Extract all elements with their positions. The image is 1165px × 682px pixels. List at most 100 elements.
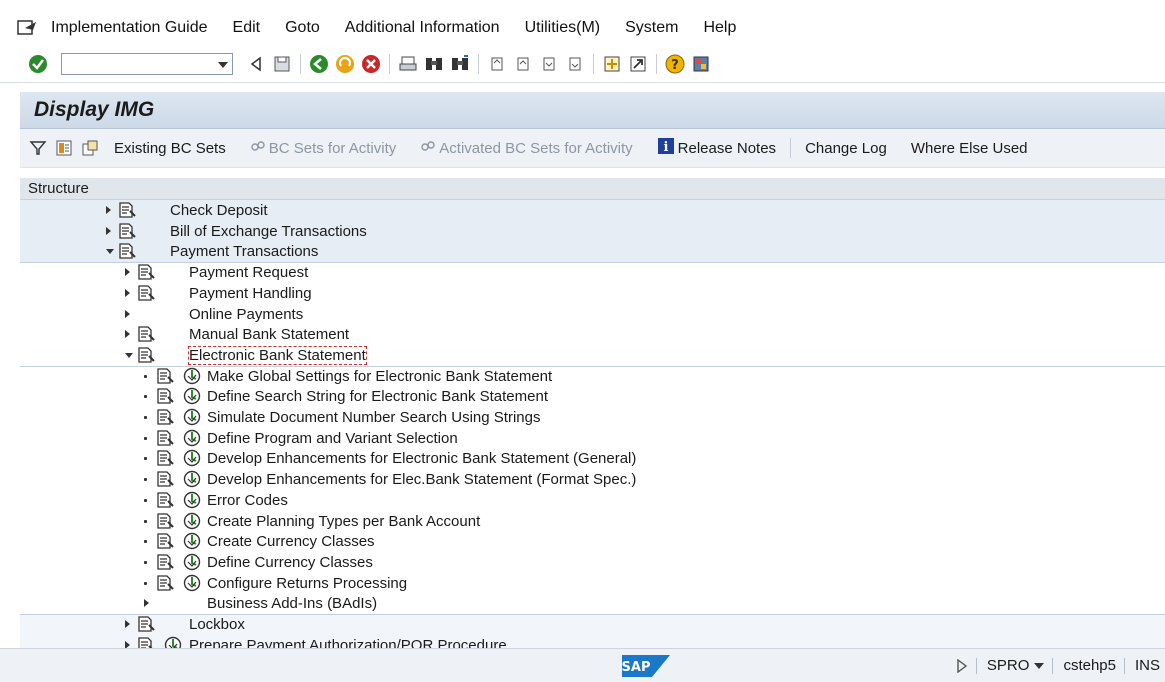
status-expand-icon[interactable] — [956, 658, 968, 673]
documentation-icon[interactable] — [137, 325, 155, 343]
tree-node-label[interactable]: Simulate Document Number Search Using St… — [207, 409, 540, 426]
tree-row[interactable]: Define Search String for Electronic Bank… — [20, 386, 1165, 408]
execute-activity-icon[interactable] — [183, 470, 201, 488]
tree-node-label[interactable]: Business Add-Ins (BAdIs) — [207, 595, 377, 612]
existing-bc-sets-button[interactable]: Existing BC Sets — [114, 140, 226, 157]
tree-row[interactable]: Define Program and Variant Selection — [20, 427, 1165, 449]
tree-row[interactable]: Business Add-Ins (BAdIs) — [20, 593, 1165, 615]
create-session-icon[interactable] — [602, 54, 622, 74]
execute-activity-icon[interactable] — [183, 387, 201, 405]
tree-row[interactable]: Check Deposit — [20, 200, 1165, 221]
tree-row[interactable]: Configure Returns Processing — [20, 572, 1165, 594]
documentation-icon[interactable] — [118, 222, 136, 240]
filter-icon[interactable] — [28, 138, 48, 158]
tree-node-label[interactable]: Create Planning Types per Bank Account — [207, 513, 480, 530]
tree-node-label[interactable]: Prepare Payment Authorization/POR Proced… — [189, 637, 507, 648]
menu-additional-information[interactable]: Additional Information — [345, 19, 500, 37]
help-icon[interactable]: ? — [665, 54, 685, 74]
check-icon[interactable] — [28, 54, 48, 74]
menu-implementation-guide[interactable]: Implementation Guide — [51, 19, 208, 37]
execute-activity-icon[interactable] — [164, 636, 182, 648]
execute-activity-icon[interactable] — [183, 491, 201, 509]
where-else-used-button[interactable]: Where Else Used — [911, 140, 1028, 157]
chevron-down-icon[interactable] — [218, 62, 228, 68]
tree-node-label[interactable]: Error Codes — [207, 492, 288, 509]
execute-activity-icon[interactable] — [183, 574, 201, 592]
tree-node-label[interactable]: Electronic Bank Statement — [188, 345, 367, 365]
tree-node-label[interactable]: Define Search String for Electronic Bank… — [207, 388, 548, 405]
chevron-down-icon[interactable] — [1034, 662, 1045, 669]
documentation-icon[interactable] — [156, 408, 174, 426]
tree-node-label[interactable]: Define Program and Variant Selection — [207, 430, 458, 447]
documentation-icon[interactable] — [156, 429, 174, 447]
tree-row[interactable]: Prepare Payment Authorization/POR Proced… — [20, 634, 1165, 648]
tree-node-label[interactable]: Bill of Exchange Transactions — [170, 223, 367, 240]
menu-utilities[interactable]: Utilities(M) — [525, 19, 601, 37]
tree-node-label[interactable]: Configure Returns Processing — [207, 575, 407, 592]
activated-bc-sets-button[interactable]: Activated BC Sets for Activity — [420, 139, 633, 157]
documentation-icon[interactable] — [137, 263, 155, 281]
last-page-icon[interactable] — [565, 54, 585, 74]
execute-activity-icon[interactable] — [183, 512, 201, 530]
tree-row[interactable]: Manual Bank Statement — [20, 324, 1165, 346]
menu-system[interactable]: System — [625, 19, 678, 37]
print-icon[interactable] — [398, 54, 418, 74]
tree-row[interactable]: Payment Request — [20, 262, 1165, 284]
documentation-icon[interactable] — [137, 284, 155, 302]
tree-node-label[interactable]: Online Payments — [189, 306, 303, 323]
tree-row[interactable]: Online Payments — [20, 303, 1165, 325]
expand-arrow-icon[interactable] — [144, 599, 149, 608]
expand-arrow-icon[interactable] — [125, 268, 130, 277]
documentation-icon[interactable] — [118, 201, 136, 219]
command-field[interactable] — [61, 53, 233, 75]
tree-node-label[interactable]: Manual Bank Statement — [189, 326, 349, 343]
tree-node-label[interactable]: Define Currency Classes — [207, 554, 373, 571]
bc-sets-for-activity-button[interactable]: BC Sets for Activity — [250, 139, 396, 157]
tree-row[interactable]: Define Currency Classes — [20, 551, 1165, 573]
release-notes-button[interactable]: i Release Notes — [657, 137, 776, 159]
shortcut-icon[interactable] — [628, 54, 648, 74]
tree-node-label[interactable]: Create Currency Classes — [207, 533, 375, 550]
tree-row[interactable]: Bill of Exchange Transactions — [20, 220, 1165, 242]
execute-activity-icon[interactable] — [183, 449, 201, 467]
tree-row[interactable]: Electronic Bank Statement — [20, 344, 1165, 366]
documentation-icon[interactable] — [156, 532, 174, 550]
expand-arrow-icon[interactable] — [125, 640, 130, 648]
tree-row[interactable]: Payment Transactions — [20, 241, 1165, 263]
tree-node-label[interactable]: Payment Request — [189, 264, 308, 281]
documentation-icon[interactable] — [137, 615, 155, 633]
cancel-icon[interactable] — [361, 54, 381, 74]
tree-node-label[interactable]: Make Global Settings for Electronic Bank… — [207, 368, 552, 385]
change-log-button[interactable]: Change Log — [805, 140, 887, 157]
collapse-arrow-icon[interactable] — [125, 352, 133, 358]
collapse-subtree-icon[interactable] — [80, 138, 100, 158]
execute-activity-icon[interactable] — [183, 429, 201, 447]
tree-row[interactable]: Develop Enhancements for Elec.Bank State… — [20, 469, 1165, 491]
documentation-icon[interactable] — [156, 449, 174, 467]
first-page-icon[interactable] — [487, 54, 507, 74]
tree-node-label[interactable]: Payment Transactions — [170, 243, 318, 260]
documentation-icon[interactable] — [118, 242, 136, 260]
documentation-icon[interactable] — [156, 367, 174, 385]
expand-subtree-icon[interactable] — [54, 138, 74, 158]
customize-layout-icon[interactable] — [691, 54, 711, 74]
tree-row[interactable]: Simulate Document Number Search Using St… — [20, 407, 1165, 428]
documentation-icon[interactable] — [137, 636, 155, 648]
menu-help[interactable]: Help — [703, 19, 736, 37]
expand-arrow-icon[interactable] — [125, 288, 130, 297]
documentation-icon[interactable] — [156, 387, 174, 405]
find-next-icon[interactable] — [450, 54, 470, 74]
next-page-icon[interactable] — [539, 54, 559, 74]
tree-row[interactable]: Lockbox — [20, 614, 1165, 635]
back-icon[interactable] — [309, 54, 329, 74]
tree-row[interactable]: Make Global Settings for Electronic Bank… — [20, 365, 1165, 387]
exit-icon[interactable] — [335, 54, 355, 74]
save-icon[interactable] — [272, 54, 292, 74]
tree-node-label[interactable]: Lockbox — [189, 616, 245, 633]
tree-row[interactable]: Develop Enhancements for Electronic Bank… — [20, 448, 1165, 470]
documentation-icon[interactable] — [156, 470, 174, 488]
documentation-icon[interactable] — [137, 346, 155, 364]
collapse-arrow-icon[interactable] — [106, 249, 114, 255]
execute-activity-icon[interactable] — [183, 553, 201, 571]
previous-page-icon[interactable] — [513, 54, 533, 74]
